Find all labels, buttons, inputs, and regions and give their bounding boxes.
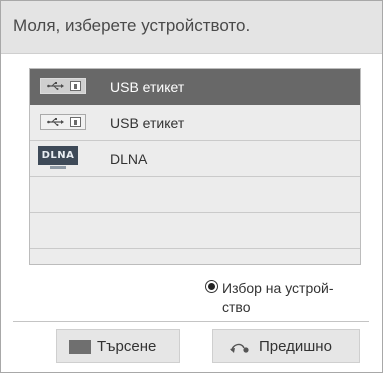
dlna-icon: DLNA (38, 146, 78, 171)
previous-button[interactable]: Предишно (212, 329, 360, 363)
device-row-usb-2[interactable]: USB етикет (30, 105, 360, 141)
device-row-usb-1[interactable]: USB етикет (30, 69, 360, 105)
usb-port-icon (70, 81, 81, 91)
usb-icon (40, 114, 86, 130)
device-select-label: Избор на устрой- ство (222, 280, 334, 315)
device-label: DLNA (110, 151, 148, 167)
device-row-dlna[interactable]: DLNA DLNA (30, 141, 360, 177)
usb-icon (40, 78, 86, 94)
usb-port-icon (70, 117, 81, 127)
color-key-icon (69, 340, 91, 354)
device-label: USB етикет (110, 79, 185, 95)
dialog-title: Моля, изберете устройството. (13, 16, 251, 35)
dlna-icon-text: DLNA (38, 146, 78, 165)
usb-trident-icon (47, 82, 64, 90)
device-select-option[interactable]: Избор на устрой- ство (205, 279, 355, 319)
device-row-empty (30, 177, 360, 213)
back-arrow-icon (230, 343, 249, 353)
footer-divider (13, 321, 369, 322)
usb-trident-icon (47, 118, 64, 126)
device-label: USB етикет (110, 115, 185, 131)
search-button-label: Търсене (97, 338, 157, 355)
search-button[interactable]: Търсене (56, 329, 180, 363)
device-row-empty (30, 213, 360, 249)
device-select-dialog: Моля, изберете устройството. USB етикет (0, 0, 383, 373)
previous-button-label: Предишно (259, 338, 332, 355)
dialog-header: Моля, изберете устройството. (1, 1, 382, 54)
device-list: USB етикет USB етикет DLNA DLNA (29, 68, 361, 265)
dlna-icon-stand (50, 166, 66, 169)
radio-button[interactable] (205, 280, 218, 293)
